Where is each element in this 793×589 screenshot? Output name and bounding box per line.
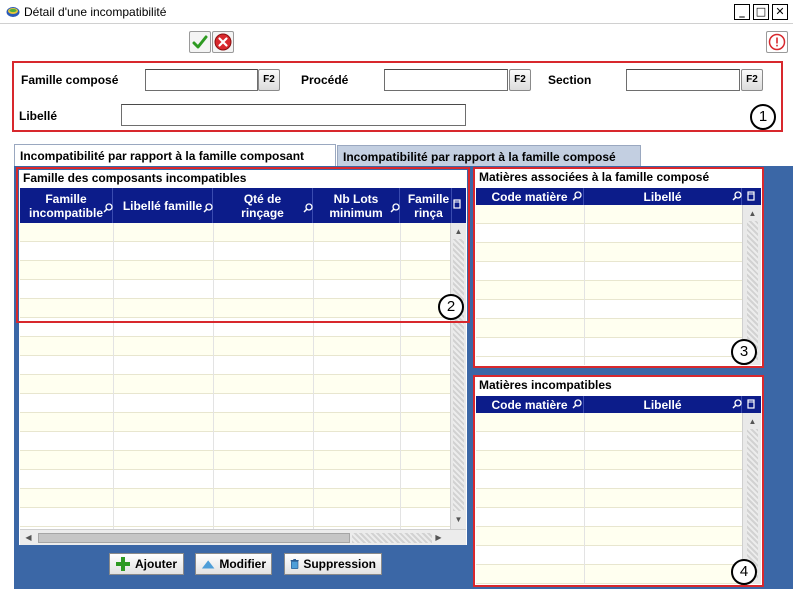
table-row[interactable] — [20, 432, 450, 451]
table-row[interactable] — [20, 489, 450, 508]
delete-button-label: Suppression — [303, 557, 376, 571]
procede-f2-button[interactable]: F2 — [509, 69, 531, 91]
marker-1: 1 — [750, 104, 776, 130]
edit-button-label: Modifier — [219, 557, 266, 571]
matieres-associees-group: Matières associées à la famille composé … — [475, 169, 762, 366]
scroll-track[interactable] — [747, 429, 758, 579]
add-button-label: Ajouter — [135, 557, 177, 571]
search-icon[interactable] — [572, 191, 582, 201]
table-row[interactable] — [476, 432, 742, 451]
table-row[interactable] — [476, 281, 742, 300]
horizontal-scroll-thumb[interactable] — [38, 533, 350, 543]
column-divider — [584, 205, 585, 365]
validate-button[interactable] — [189, 31, 211, 53]
table-row[interactable] — [476, 319, 742, 338]
scroll-track[interactable] — [352, 533, 432, 543]
table-row[interactable] — [20, 470, 450, 489]
add-button[interactable]: Ajouter — [109, 553, 184, 575]
famille-compose-label: Famille composé — [21, 73, 119, 87]
table-row[interactable] — [476, 546, 742, 565]
scroll-left-icon[interactable]: ◀ — [22, 531, 35, 544]
window-title: Détail d'une incompatibilité — [24, 5, 167, 19]
table-row[interactable] — [20, 413, 450, 432]
libelle-field[interactable] — [121, 104, 466, 126]
trash-icon — [290, 559, 299, 569]
table-row[interactable] — [476, 527, 742, 546]
familles-horizontal-scrollbar[interactable]: ◀ ▶ — [20, 529, 466, 545]
matieres-associees-body[interactable] — [476, 205, 742, 365]
marker-3: 3 — [731, 339, 757, 365]
cancel-button[interactable] — [212, 31, 234, 53]
tab-famille-composant[interactable]: Incompatibilité par rapport à la famille… — [14, 144, 336, 167]
close-button[interactable]: ✕ — [772, 4, 788, 20]
familles-grid-highlight — [16, 167, 470, 323]
matieres-incompatibles-body[interactable] — [476, 413, 742, 584]
scroll-up-icon[interactable]: ▲ — [746, 415, 759, 428]
table-row[interactable] — [476, 565, 742, 584]
col-libelle[interactable]: Libellé — [584, 188, 742, 205]
app-icon — [6, 7, 20, 17]
table-row[interactable] — [476, 489, 742, 508]
title-bar: Détail d'une incompatibilité _ □ ✕ — [0, 0, 793, 24]
matieres-incompatibles-group: Matières incompatibles Code matière Libe… — [475, 377, 762, 585]
table-row[interactable] — [476, 508, 742, 527]
scroll-right-icon[interactable]: ▶ — [432, 531, 445, 544]
table-row[interactable] — [20, 394, 450, 413]
table-row[interactable] — [476, 224, 742, 243]
col-libelle[interactable]: Libellé — [584, 396, 742, 413]
matieres-associees-header: Code matière Libellé — [476, 188, 761, 205]
marker-4: 4 — [731, 559, 757, 585]
maximize-button[interactable]: □ — [753, 4, 769, 20]
info-button[interactable] — [766, 31, 788, 53]
table-row[interactable] — [20, 508, 450, 527]
table-row[interactable] — [476, 243, 742, 262]
matieres-incompatibles-title: Matières incompatibles — [479, 378, 612, 392]
cancel-icon — [214, 33, 232, 51]
plus-icon — [116, 557, 130, 571]
table-row[interactable] — [476, 205, 742, 224]
column-divider — [584, 413, 585, 584]
tab-famille-compose[interactable]: Incompatibilité par rapport à la famille… — [337, 145, 641, 167]
table-row[interactable] — [476, 300, 742, 319]
delete-button[interactable]: Suppression — [284, 553, 382, 575]
triangle-up-icon — [201, 560, 215, 569]
table-row[interactable] — [476, 338, 742, 357]
col-code-matiere[interactable]: Code matière — [476, 188, 584, 205]
scroll-down-icon[interactable]: ▼ — [452, 513, 465, 526]
table-row[interactable] — [20, 356, 450, 375]
table-row[interactable] — [20, 451, 450, 470]
info-icon — [768, 33, 786, 51]
table-row[interactable] — [20, 375, 450, 394]
check-icon — [192, 35, 208, 49]
table-row[interactable] — [476, 451, 742, 470]
libelle-label: Libellé — [19, 109, 58, 123]
scroll-up-icon[interactable]: ▲ — [746, 207, 759, 220]
marker-2: 2 — [438, 294, 464, 320]
search-icon[interactable] — [732, 399, 742, 409]
edit-button[interactable]: Modifier — [195, 553, 272, 575]
matieres-associees-title: Matières associées à la famille composé — [479, 170, 710, 184]
section-f2-button[interactable]: F2 — [741, 69, 763, 91]
section-label: Section — [548, 73, 592, 87]
search-icon[interactable] — [732, 191, 742, 201]
procede-label: Procédé — [301, 73, 349, 87]
search-icon[interactable] — [572, 399, 582, 409]
section-field[interactable] — [626, 69, 740, 91]
table-row[interactable] — [476, 262, 742, 281]
procede-field[interactable] — [384, 69, 508, 91]
matieres-incompatibles-header: Code matière Libellé — [476, 396, 761, 413]
table-row[interactable] — [476, 413, 742, 432]
col-code-matiere[interactable]: Code matière — [476, 396, 584, 413]
table-row[interactable] — [476, 470, 742, 489]
column-picker-icon[interactable] — [746, 399, 756, 409]
column-picker-icon[interactable] — [746, 191, 756, 201]
minimize-button[interactable]: _ — [734, 4, 750, 20]
famille-compose-field[interactable] — [145, 69, 258, 91]
table-row[interactable] — [20, 337, 450, 356]
famille-compose-f2-button[interactable]: F2 — [258, 69, 280, 91]
